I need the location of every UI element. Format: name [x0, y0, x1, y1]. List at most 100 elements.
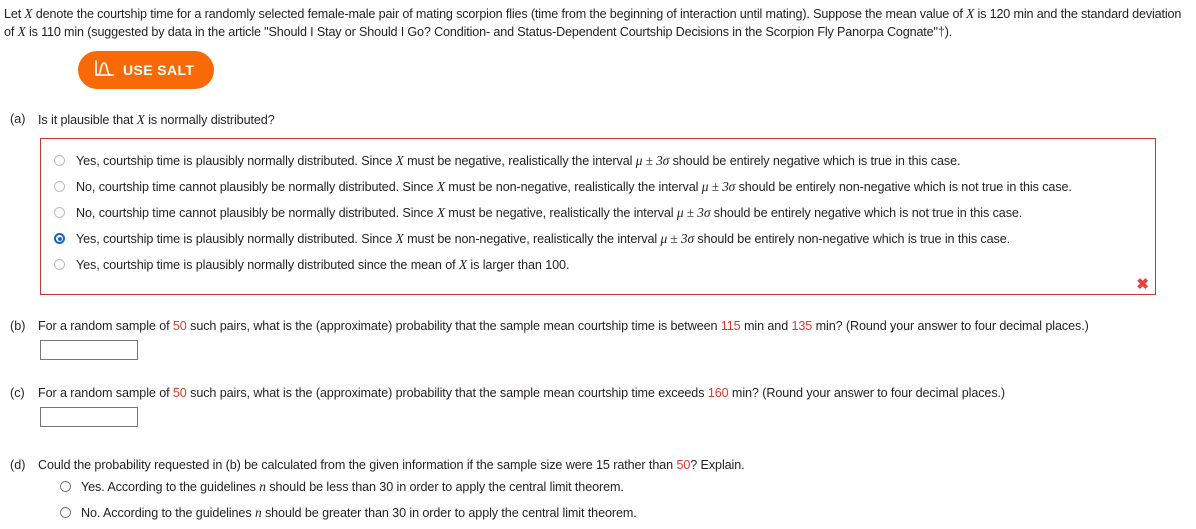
intro-text-pre: Let — [4, 7, 25, 21]
option-text-pre: No. According to the guidelines — [81, 506, 255, 520]
part-b-text-4: min? (Round your answer to four decimal … — [812, 319, 1089, 333]
variable-x: X — [436, 205, 445, 220]
part-c-text-3: min? (Round your answer to four decimal … — [728, 386, 1006, 400]
option-label: No, courtship time cannot plausibly be n… — [76, 204, 1022, 222]
part-b-text-2: such pairs, what is the (approximate) pr… — [186, 319, 721, 333]
variable-x: X — [966, 6, 975, 21]
option-row[interactable]: Yes, courtship time is plausibly normall… — [41, 226, 1155, 252]
option-row[interactable]: Yes, courtship time is plausibly normall… — [41, 252, 1155, 278]
variable-x: X — [136, 112, 145, 127]
salt-row: USE SALT — [78, 51, 1196, 89]
part-b-label: (b) — [10, 319, 26, 333]
part-d-question: Could the probability requested in (b) b… — [38, 457, 745, 474]
option-text-post: should be entirely negative which is tru… — [669, 154, 961, 168]
option-text-pre: Yes, courtship time is plausibly normall… — [76, 232, 396, 246]
part-a-question: Is it plausible that X is normally distr… — [38, 111, 275, 129]
option-text-pre: No, courtship time cannot plausibly be n… — [76, 180, 437, 194]
option-label: No, courtship time cannot plausibly be n… — [76, 178, 1072, 196]
intro-text-end: ). — [944, 25, 953, 39]
part-d-prompt: (d) Could the probability requested in (… — [0, 457, 1196, 474]
formula-mu-3-sigma: μ ± 3σ — [635, 153, 670, 168]
radio-option-a5[interactable] — [54, 259, 65, 270]
radio-option-a3[interactable] — [54, 207, 65, 218]
incorrect-x-icon: ✖ — [1136, 276, 1149, 293]
option-label: No. According to the guidelines n should… — [81, 504, 637, 522]
sample-size-value: 50 — [172, 319, 187, 333]
option-text-pre: Yes. According to the guidelines — [81, 480, 260, 494]
use-salt-label: USE SALT — [123, 62, 195, 78]
part-a-question-pre: Is it plausible that — [38, 113, 137, 127]
option-text-post: should be greater than 30 in order to ap… — [261, 506, 637, 520]
radio-option-a2[interactable] — [54, 181, 65, 192]
lower-bound-value: 115 — [720, 319, 741, 333]
intro-text-mid1: denote the courtship time for a randomly… — [32, 7, 967, 21]
part-b-text-1: For a random sample of — [38, 319, 173, 333]
part-a-prompt: (a) Is it plausible that X is normally d… — [0, 111, 1196, 129]
option-label: Yes. According to the guidelines n shoul… — [81, 478, 624, 496]
part-c-prompt: (c) For a random sample of 50 such pairs… — [0, 385, 1196, 402]
variable-x: X — [436, 179, 445, 194]
part-c-answer-input[interactable] — [40, 407, 138, 427]
option-text-post: should be entirely non-negative which is… — [694, 232, 1011, 246]
option-text-mid: must be negative, realistically the inte… — [444, 206, 677, 220]
part-c-label: (c) — [10, 386, 25, 400]
part-b-answer-input[interactable] — [40, 340, 138, 360]
variable-n: n — [259, 479, 266, 494]
option-text-mid: must be negative, realistically the inte… — [403, 154, 636, 168]
option-row[interactable]: Yes, courtship time is plausibly normall… — [41, 148, 1155, 174]
part-d-text-2: ? Explain. — [690, 458, 745, 472]
option-text-mid: must be non-negative, realistically the … — [444, 180, 702, 194]
part-a: (a) Is it plausible that X is normally d… — [0, 111, 1196, 295]
part-d-label: (d) — [10, 458, 26, 472]
part-c: (c) For a random sample of 50 such pairs… — [0, 385, 1196, 427]
part-a-answer-box: Yes, courtship time is plausibly normall… — [40, 138, 1156, 295]
radio-option-a4[interactable] — [54, 233, 65, 244]
option-row[interactable]: Yes. According to the guidelines n shoul… — [60, 474, 1196, 500]
option-text-post: should be entirely negative which is not… — [710, 206, 1023, 220]
sample-size-value: 50 — [676, 458, 691, 472]
part-a-question-post: is normally distributed? — [144, 113, 275, 127]
sample-size-value: 50 — [172, 386, 187, 400]
option-text-mid: must be non-negative, realistically the … — [403, 232, 661, 246]
upper-bound-value: 135 — [791, 319, 813, 333]
radio-option-d1[interactable] — [60, 481, 71, 492]
radio-option-a1[interactable] — [54, 155, 65, 166]
variable-x: X — [395, 153, 404, 168]
normal-curve-icon — [94, 60, 114, 80]
option-text-pre: No, courtship time cannot plausibly be n… — [76, 206, 437, 220]
option-text-pre: Yes, courtship time is plausibly normall… — [76, 258, 459, 272]
option-label: Yes, courtship time is plausibly normall… — [76, 230, 1010, 248]
option-row[interactable]: No. According to the guidelines n should… — [60, 500, 1196, 526]
use-salt-button[interactable]: USE SALT — [78, 51, 215, 89]
option-label: Yes, courtship time is plausibly normall… — [76, 256, 569, 274]
formula-mu-3-sigma: μ ± 3σ — [676, 205, 711, 220]
part-b-question: For a random sample of 50 such pairs, wh… — [38, 318, 1089, 335]
option-text-mid: is larger than 100. — [467, 258, 570, 272]
variable-x: X — [458, 257, 468, 272]
part-c-text-2: such pairs, what is the (approximate) pr… — [186, 386, 708, 400]
part-b-text-3: min and — [740, 319, 792, 333]
problem-statement: Let X denote the courtship time for a ra… — [0, 0, 1196, 41]
part-d: (d) Could the probability requested in (… — [0, 457, 1196, 526]
variable-x: X — [395, 231, 404, 246]
option-text-post: should be less than 30 in order to apply… — [265, 480, 624, 494]
footnote-dagger: † — [937, 25, 945, 39]
option-text-post: should be entirely non-negative which is… — [735, 180, 1072, 194]
part-a-label: (a) — [10, 112, 26, 126]
part-b-prompt: (b) For a random sample of 50 such pairs… — [0, 318, 1196, 335]
option-text-pre: Yes, courtship time is plausibly normall… — [76, 154, 396, 168]
intro-text-mid3: is 110 min (suggested by data in the art… — [25, 25, 938, 39]
part-c-question: For a random sample of 50 such pairs, wh… — [38, 385, 1005, 402]
option-label: Yes, courtship time is plausibly normall… — [76, 152, 961, 170]
formula-mu-3-sigma: μ ± 3σ — [660, 231, 695, 246]
radio-option-d2[interactable] — [60, 507, 71, 518]
formula-mu-3-sigma: μ ± 3σ — [701, 179, 736, 194]
variable-n: n — [254, 505, 262, 520]
part-d-text-1: Could the probability requested in (b) b… — [38, 458, 677, 472]
part-c-text-1: For a random sample of — [38, 386, 173, 400]
variable-x: X — [17, 24, 26, 39]
option-row[interactable]: No, courtship time cannot plausibly be n… — [41, 174, 1155, 200]
part-b: (b) For a random sample of 50 such pairs… — [0, 318, 1196, 360]
option-row[interactable]: No, courtship time cannot plausibly be n… — [41, 200, 1155, 226]
threshold-value: 160 — [707, 386, 729, 400]
